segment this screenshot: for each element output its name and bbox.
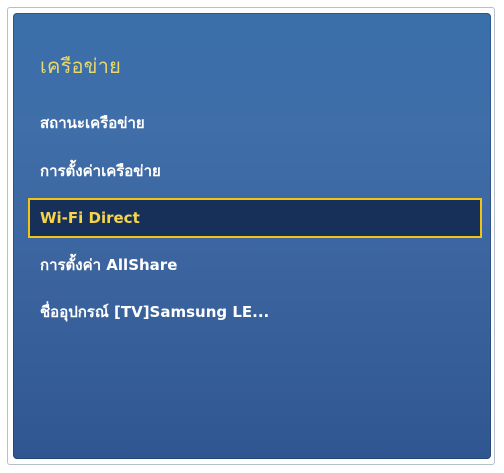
menu-item-allshare-settings[interactable]: การตั้งค่า AllShare [28, 245, 482, 285]
menu-item-device-name[interactable]: ชื่ออุปกรณ์ [TV]Samsung LE... [28, 292, 482, 332]
network-menu: สถานะเครือข่าย การตั้งค่าเครือข่าย Wi-Fi… [13, 13, 491, 459]
menu-item-wifi-direct[interactable]: Wi-Fi Direct [28, 198, 482, 238]
network-menu-panel: เครือข่าย สถานะเครือข่าย การตั้งค่าเครือ… [13, 13, 491, 459]
menu-item-network-settings[interactable]: การตั้งค่าเครือข่าย [28, 151, 482, 191]
menu-item-network-status[interactable]: สถานะเครือข่าย [28, 103, 482, 143]
